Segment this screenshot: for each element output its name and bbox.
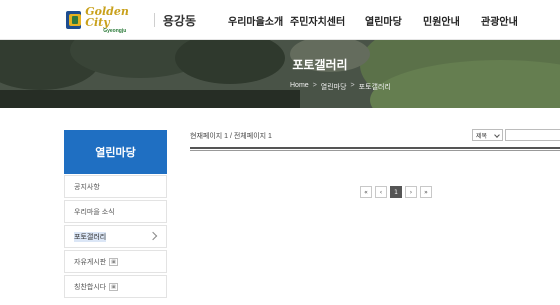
sidebar-item-village-news[interactable]: 우리마을 소식 [64, 200, 167, 223]
next-page-button[interactable]: › [405, 186, 417, 198]
site-header: Golden City Gyeongju 용강동 우리마을소개 주민자치센터 열… [0, 0, 560, 40]
sidebar-item-label: 우리마을 소식 [74, 208, 115, 216]
sidebar-menu: 공지사항 우리마을 소식 포토갤러리 자유게시판 ▣ 칭찬합시다 ▣ [64, 175, 167, 300]
page-number-current[interactable]: 1 [390, 186, 402, 198]
banner-overlay [0, 40, 560, 108]
logo-divider [154, 13, 155, 27]
chevron-right-icon [148, 231, 158, 241]
list-top-border [190, 147, 560, 149]
breadcrumb: Home > 열린마당 > 포토갤러리 [290, 82, 391, 92]
pagination: « ‹ 1 › » [360, 186, 432, 198]
breadcrumb-separator: > [312, 82, 317, 89]
first-page-button[interactable]: « [360, 186, 372, 198]
breadcrumb-photo-gallery[interactable]: 포토갤러리 [359, 82, 391, 92]
breadcrumb-open-forum[interactable]: 열린마당 [321, 82, 347, 92]
list-top-border-thin [190, 150, 560, 151]
search-bar: 제목 [472, 129, 560, 141]
sidebar-title: 열린마당 [64, 130, 167, 174]
page: Golden City Gyeongju 용강동 우리마을소개 주민자치센터 열… [0, 0, 560, 305]
nav-item-civil-service[interactable]: 민원안내 [423, 13, 481, 28]
sidebar-item-label: 포토갤러리 [74, 231, 107, 242]
page-title: 포토갤러리 [292, 58, 348, 72]
logo-sub-text: Gyeongju [103, 28, 127, 34]
logo-text: Golden City Gyeongju [85, 6, 146, 34]
breadcrumb-separator: > [350, 82, 355, 89]
sidebar-item-photo-gallery[interactable]: 포토갤러리 [64, 225, 167, 248]
sidebar-item-label: 공지사항 [74, 183, 100, 191]
last-page-button[interactable]: » [420, 186, 432, 198]
sidebar-item-praise[interactable]: 칭찬합시다 ▣ [64, 275, 167, 298]
new-window-icon: ▣ [109, 282, 118, 291]
page-count-info: 현재페이지 1 / 전체페이지 1 [190, 133, 272, 140]
nav-item-village-intro[interactable]: 우리마을소개 [228, 13, 290, 28]
site-logo[interactable]: Golden City Gyeongju 용강동 [66, 6, 196, 34]
sub-banner: 포토갤러리 Home > 열린마당 > 포토갤러리 [0, 40, 560, 108]
sidebar-item-label: 자유게시판 [74, 258, 107, 266]
main-nav: 우리마을소개 주민자치센터 열린마당 민원안내 관광안내 [228, 13, 541, 28]
search-input[interactable] [505, 129, 560, 141]
city-emblem-icon [66, 11, 82, 29]
logo-main-text: Golden City [85, 5, 129, 29]
sidebar-item-free-board[interactable]: 자유게시판 ▣ [64, 250, 167, 273]
sidebar-item-notice[interactable]: 공지사항 [64, 175, 167, 198]
prev-page-button[interactable]: ‹ [375, 186, 387, 198]
breadcrumb-home[interactable]: Home [290, 82, 309, 92]
nav-item-community-center[interactable]: 주민자치센터 [290, 13, 365, 28]
nav-item-tourism[interactable]: 관광안내 [481, 13, 541, 28]
new-window-icon: ▣ [109, 257, 118, 266]
search-field-select[interactable]: 제목 [472, 129, 503, 141]
dong-name: 용강동 [162, 13, 196, 28]
sidebar-item-label: 칭찬합시다 [74, 283, 107, 291]
nav-item-open-forum[interactable]: 열린마당 [365, 13, 423, 28]
